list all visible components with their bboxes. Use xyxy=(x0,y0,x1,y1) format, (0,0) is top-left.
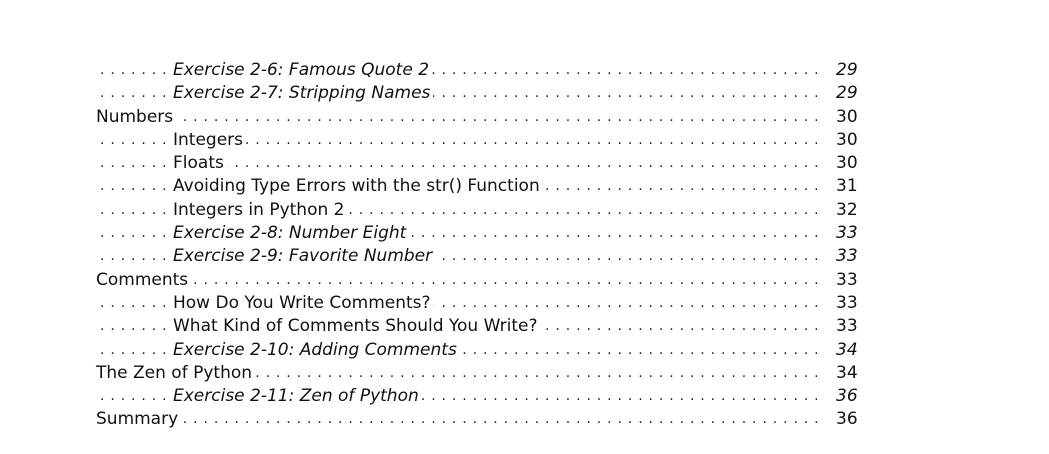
toc-entry-title: Exercise 2-8: Number Eight xyxy=(173,222,410,246)
toc-entry[interactable]: ........................................… xyxy=(0,268,1049,292)
toc-entry-title: Numbers xyxy=(96,105,177,129)
toc-entry-page-number: 31 xyxy=(836,176,858,197)
dot-leader: ........................................… xyxy=(100,411,825,428)
toc-entry-title: The Zen of Python xyxy=(96,361,256,386)
toc-entry-title: Exercise 2-9: Favorite Number xyxy=(173,245,436,269)
toc-entry-page-number: 29 xyxy=(836,60,858,80)
toc-entry[interactable]: ........................................… xyxy=(0,198,1049,223)
toc-entry-page-number: 33 xyxy=(836,292,858,313)
toc-entry-title: Exercise 2-10: Adding Comments xyxy=(173,338,460,362)
toc-entry[interactable]: ........................................… xyxy=(0,128,1049,153)
toc-entry-title: Exercise 2-11: Zen of Python xyxy=(173,385,422,409)
toc-entry-page-number: 33 xyxy=(836,223,858,244)
toc-entry-page-number: 33 xyxy=(836,269,858,290)
toc-entry-title: How Do You Write Comments? xyxy=(173,291,434,316)
toc-entry-title: Comments xyxy=(96,268,192,292)
toc-entry[interactable]: ........................................… xyxy=(0,105,1049,129)
toc-entry[interactable]: ........................................… xyxy=(0,408,1049,432)
dot-leader: ........................................… xyxy=(100,271,825,288)
toc-entry-page-number: 32 xyxy=(836,199,858,220)
toc-entry-title: Exercise 2-7: Stripping Names xyxy=(173,82,434,106)
toc-entry[interactable]: ........................................… xyxy=(0,175,1049,199)
toc-entry[interactable]: ........................................… xyxy=(0,361,1049,386)
toc-entry[interactable]: ........................................… xyxy=(0,245,1049,269)
toc-entry[interactable]: ........................................… xyxy=(0,315,1049,339)
toc-entry-page-number: 36 xyxy=(836,386,858,407)
toc-entry-title: Integers in Python 2 xyxy=(173,198,348,223)
toc-entry-page-number: 36 xyxy=(836,409,858,430)
toc-entry-page-number: 34 xyxy=(836,362,858,383)
toc-entry-title: Exercise 2-6: Famous Quote 2 xyxy=(173,59,433,83)
toc-entry-page-number: 29 xyxy=(836,83,858,104)
toc-entry[interactable]: ........................................… xyxy=(0,338,1049,362)
toc-entry-page-number: 33 xyxy=(836,316,858,337)
toc-entry[interactable]: ........................................… xyxy=(0,385,1049,409)
table-of-contents: ........................................… xyxy=(0,59,1049,432)
toc-entry-title: Avoiding Type Errors with the str() Func… xyxy=(173,175,543,199)
toc-entry[interactable]: ........................................… xyxy=(0,152,1049,176)
toc-entry-page-number: 34 xyxy=(836,339,858,360)
toc-entry-title: What Kind of Comments Should You Write? xyxy=(173,315,541,339)
toc-entry-page-number: 33 xyxy=(836,246,858,267)
toc-entry[interactable]: ........................................… xyxy=(0,82,1049,106)
toc-entry-title: Integers xyxy=(173,128,247,153)
dot-leader: ........................................… xyxy=(100,108,825,125)
toc-entry-title: Summary xyxy=(96,408,182,432)
toc-entry[interactable]: ........................................… xyxy=(0,291,1049,316)
toc-entry[interactable]: ........................................… xyxy=(0,222,1049,246)
toc-entry-page-number: 30 xyxy=(836,106,858,127)
toc-entry-title: Floats xyxy=(173,152,227,176)
toc-entry-page-number: 30 xyxy=(836,129,858,150)
toc-entry[interactable]: ........................................… xyxy=(0,59,1049,83)
toc-entry-page-number: 30 xyxy=(836,153,858,174)
